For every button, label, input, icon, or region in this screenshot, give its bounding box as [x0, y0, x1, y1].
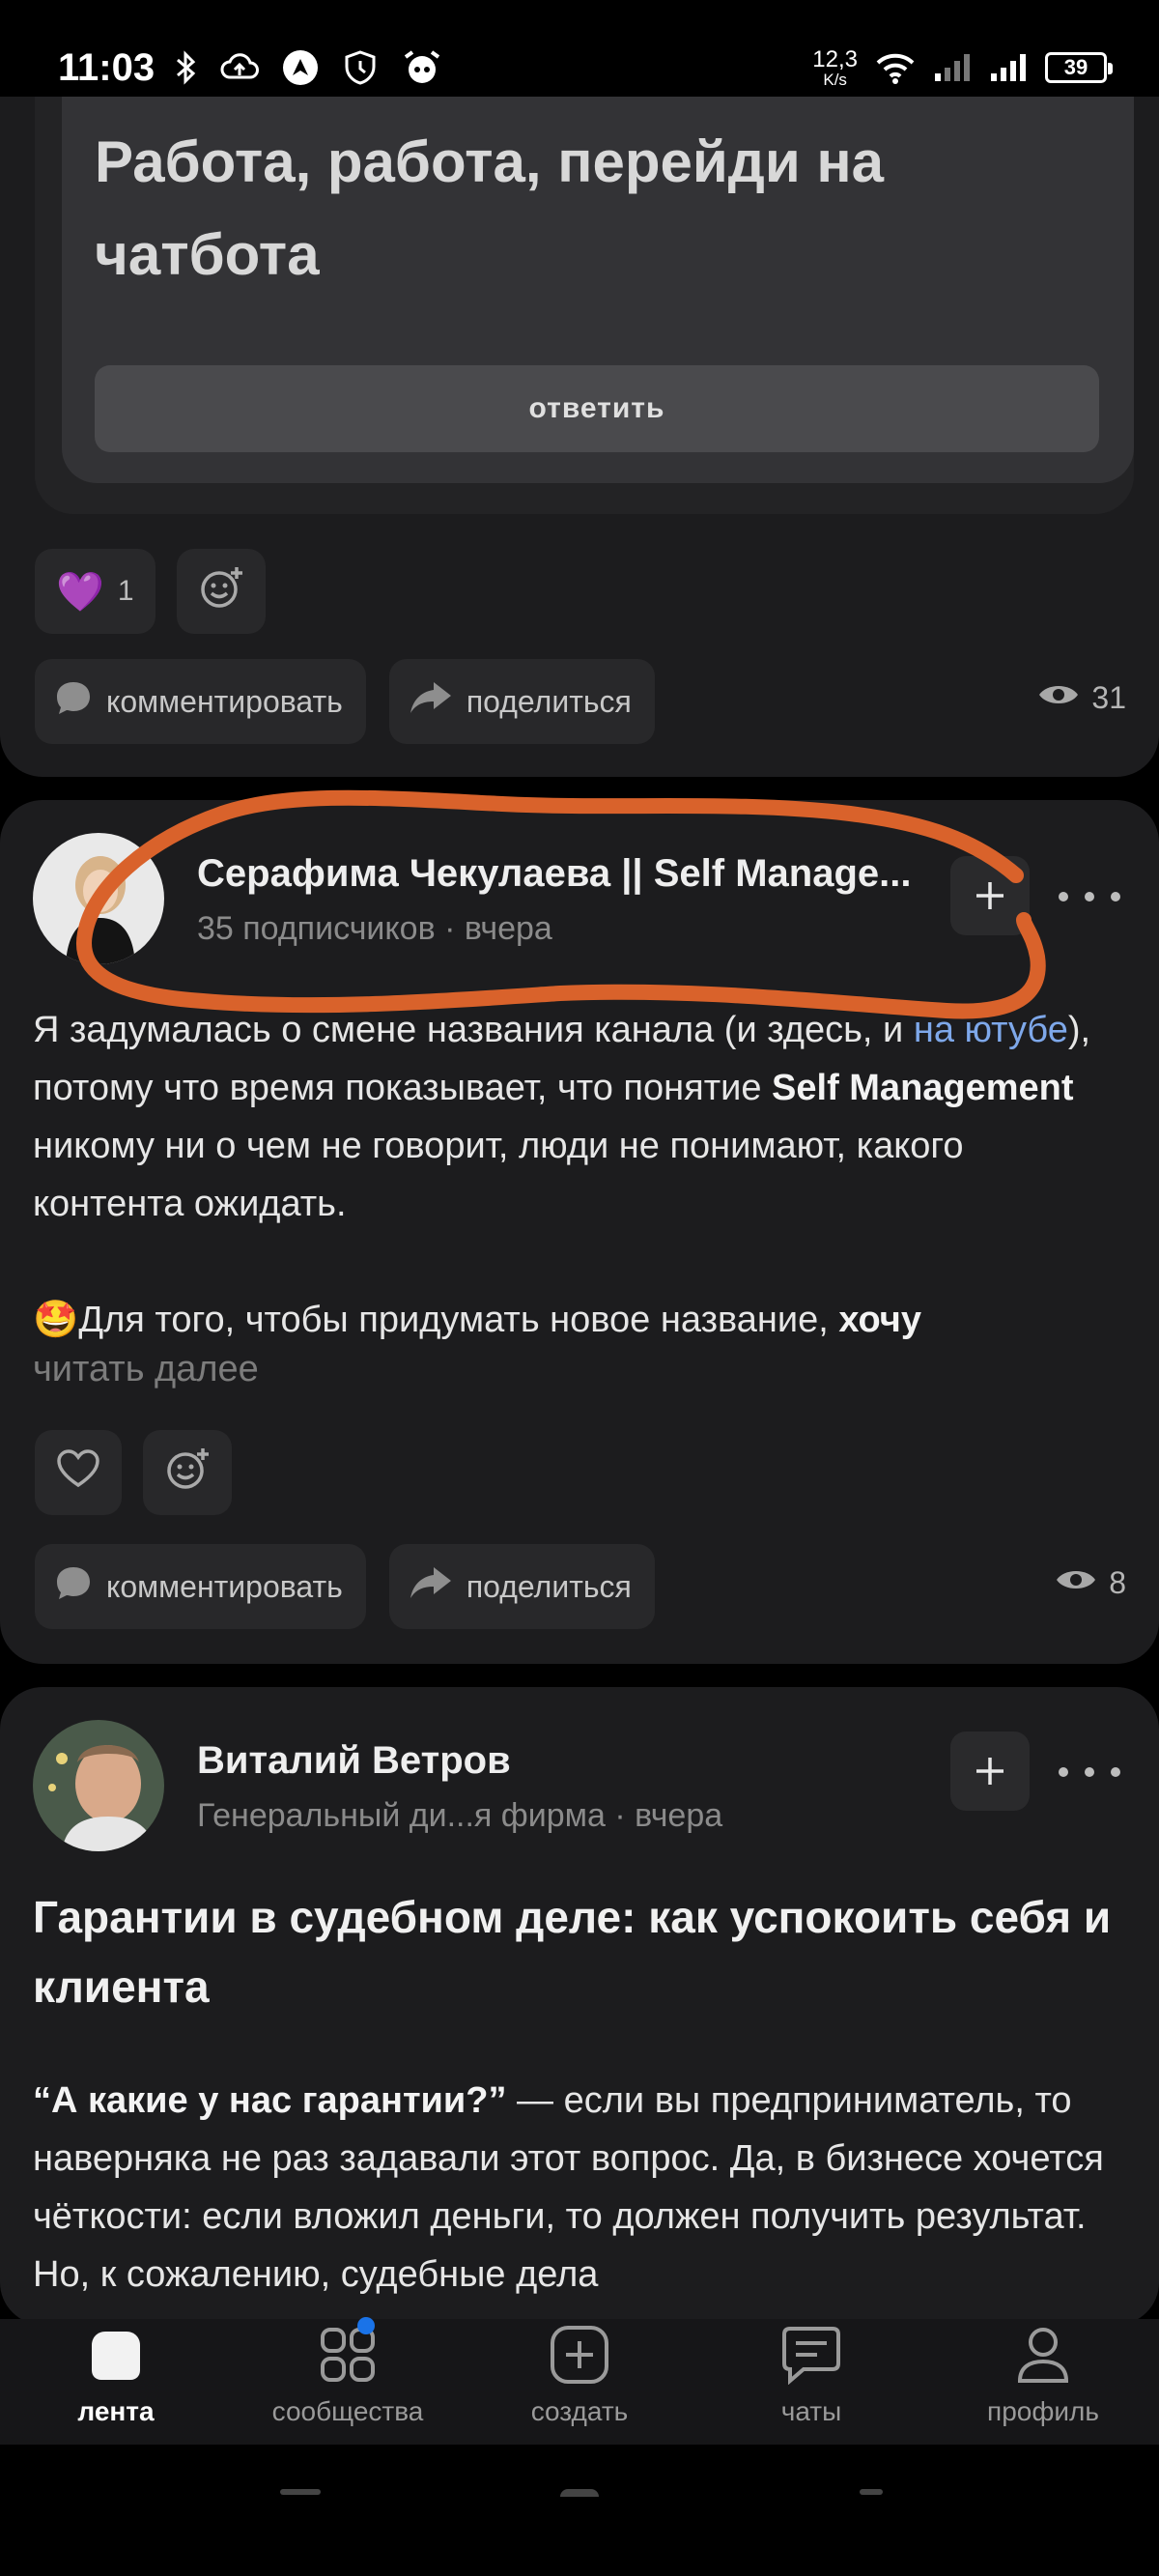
share-button[interactable]: поделиться	[388, 1544, 655, 1629]
author-name[interactable]: Серафима Чекулаева || Self Manage...	[197, 852, 911, 896]
create-icon	[546, 2321, 613, 2389]
quote-text: Работа, работа, перейди на чатбота	[95, 129, 885, 287]
dot	[1111, 892, 1120, 902]
post-title[interactable]: Гарантии в судебном деле: как успокоить …	[33, 1882, 1124, 2021]
author-meta: Генеральный ди...я фирма · вчера	[197, 1797, 723, 1834]
bluetooth-icon	[176, 50, 197, 85]
reactions-row: 💜 1	[35, 549, 266, 634]
actions-row: комментировать поделиться	[35, 1544, 655, 1629]
comment-button[interactable]: комментировать	[35, 659, 366, 744]
alarm-bot-icon	[402, 49, 442, 86]
recents-button[interactable]	[280, 2489, 321, 2495]
dot	[1059, 892, 1068, 902]
avatar[interactable]	[33, 833, 164, 964]
share-icon	[409, 678, 453, 725]
back-button[interactable]	[860, 2489, 883, 2495]
reactions-row	[35, 1430, 232, 1515]
nav-communities[interactable]: сообщества	[232, 2317, 464, 2445]
wifi-icon	[875, 51, 916, 84]
battery-indicator: 39	[1045, 52, 1113, 83]
comment-button[interactable]: комментировать	[35, 1544, 366, 1629]
feed-icon	[82, 2321, 150, 2389]
arrow-app-icon	[282, 49, 319, 86]
read-more-link[interactable]: читать далее	[33, 1349, 259, 1390]
author-meta: 35 подписчиков · вчера	[197, 910, 552, 947]
bottom-navigation: лента сообщества создать чаты профиль	[0, 2317, 1159, 2445]
subscribe-button[interactable]	[950, 856, 1030, 935]
reaction-count: 1	[117, 575, 134, 607]
add-emoji-icon	[198, 564, 244, 618]
status-icons-right: 12,3 K/s 39	[812, 45, 1113, 89]
more-options-button[interactable]	[1059, 877, 1120, 916]
author-name[interactable]: Виталий Ветров	[197, 1739, 511, 1783]
dot	[1085, 892, 1094, 902]
signal-icon-2	[989, 52, 1028, 83]
add-reaction-button[interactable]	[143, 1430, 232, 1515]
dot	[1111, 1767, 1120, 1777]
dot	[1085, 1767, 1094, 1777]
views-count: 31	[1037, 680, 1126, 716]
subscribe-button[interactable]	[950, 1732, 1030, 1811]
nav-profile[interactable]: профиль	[927, 2319, 1159, 2445]
avatar[interactable]	[33, 1720, 164, 1851]
post-card-2: Серафима Чекулаева || Self Manage... 35 …	[0, 800, 1159, 1664]
dot	[1059, 1767, 1068, 1777]
post-body-para2: 🤩Для того, чтобы придумать новое названи…	[33, 1300, 921, 1340]
network-speed: 12,3 K/s	[812, 45, 858, 89]
like-button[interactable]	[35, 1430, 122, 1515]
add-emoji-icon	[164, 1445, 211, 1500]
post-card-1: Работа, работа, перейди на чатбота ответ…	[0, 97, 1159, 777]
home-button[interactable]	[560, 2489, 599, 2497]
purple-heart-icon: 💜	[56, 570, 104, 614]
system-navigation-bar	[0, 2445, 1159, 2576]
add-reaction-button[interactable]	[176, 549, 266, 634]
cloud-upload-icon	[220, 52, 260, 83]
nav-chats[interactable]: чаты	[695, 2319, 927, 2445]
post-body: Я задумалась о смене названия канала (и …	[33, 1010, 1091, 1224]
profile-icon	[1009, 2321, 1077, 2389]
shield-app-icon	[342, 49, 379, 86]
eye-icon	[1055, 1565, 1097, 1601]
status-icons-left	[176, 49, 442, 86]
heart-icon	[56, 1448, 100, 1497]
comment-icon	[54, 1563, 93, 1610]
plus-icon	[976, 1758, 1004, 1785]
views-count: 8	[1055, 1565, 1126, 1601]
star-struck-emoji-icon: 🤩	[33, 1300, 79, 1340]
comment-icon	[54, 678, 93, 725]
more-options-button[interactable]	[1059, 1753, 1120, 1791]
actions-row: комментировать поделиться	[35, 659, 655, 744]
reaction-chip[interactable]: 💜 1	[35, 549, 155, 634]
post-card-3: Виталий Ветров Генеральный ди...я фирма …	[0, 1687, 1159, 2325]
post-body: “А какие у нас гарантии?” — если вы пред…	[33, 2080, 1104, 2295]
share-icon	[409, 1563, 453, 1610]
chats-icon	[777, 2321, 845, 2389]
nav-create[interactable]: создать	[464, 2319, 695, 2445]
notification-dot	[357, 2317, 375, 2334]
nav-feed[interactable]: лента	[0, 2319, 232, 2445]
signal-icon	[933, 52, 972, 83]
status-time: 11:03	[58, 45, 155, 89]
reply-button[interactable]: ответить	[95, 365, 1099, 452]
youtube-link[interactable]: на ютубе	[914, 1010, 1068, 1050]
share-button[interactable]: поделиться	[388, 659, 655, 744]
plus-icon	[976, 882, 1004, 909]
eye-icon	[1037, 680, 1080, 716]
